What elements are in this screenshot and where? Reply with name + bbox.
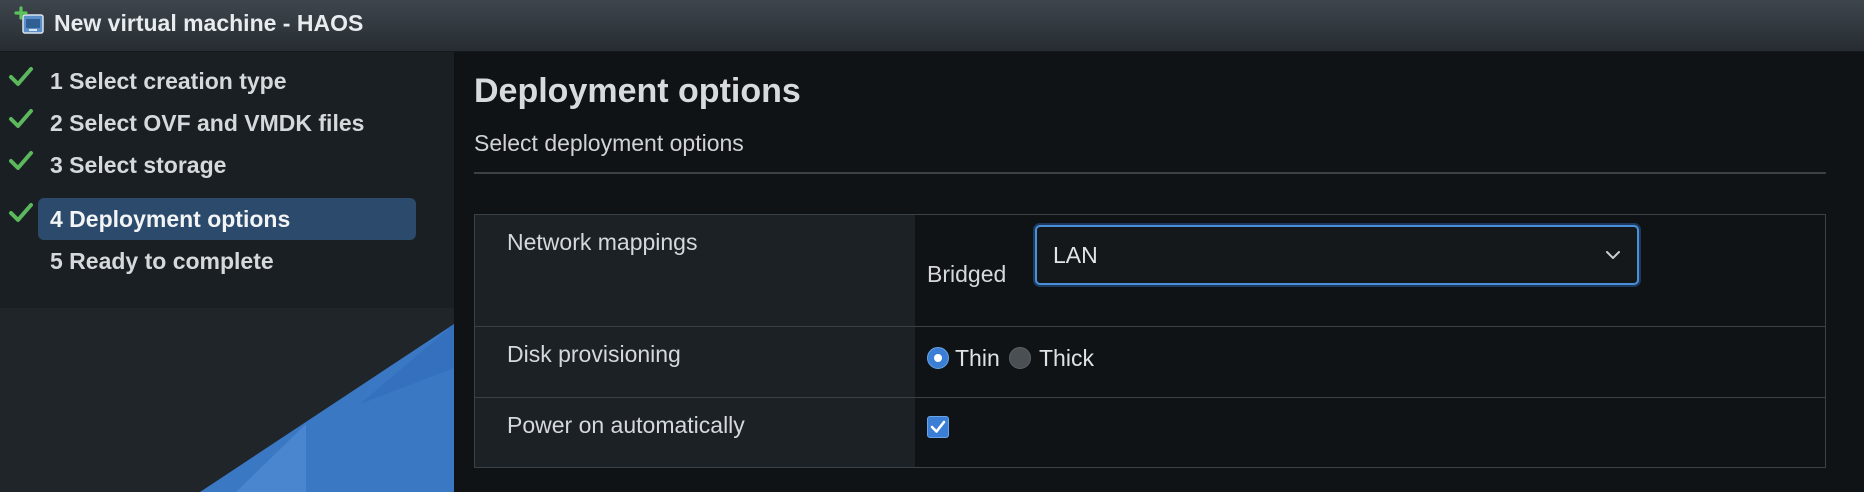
page-subtitle: Select deployment options [474,130,744,156]
wizard-step-4[interactable]: 4 Deployment options [38,198,416,240]
wizard-step-2[interactable]: 2 Select OVF and VMDK files [38,102,416,144]
thin-radio-label[interactable]: Thin [955,345,1000,372]
thick-radio-label[interactable]: Thick [1039,345,1094,372]
divider [474,172,1826,174]
power-on-label: Power on automatically [475,398,915,467]
network-select-value: LAN [1053,242,1098,268]
wizard-step-label: 4 Deployment options [50,206,291,232]
wizard-step-label: 2 Select OVF and VMDK files [50,110,365,136]
window-title: New virtual machine - HAOS [54,10,364,36]
sidebar-decoration [0,308,454,492]
network-mappings-label: Network mappings [475,215,915,326]
vm-add-icon [14,6,44,34]
wizard-step-5[interactable]: 5 Ready to complete [38,240,416,282]
power-on-row: Power on automatically [475,398,1825,467]
wizard-step-label: 1 Select creation type [50,68,287,94]
check-icon [9,203,33,222]
wizard-step-label: 3 Select storage [50,152,227,178]
network-mappings-row: Network mappings Bridged LAN [475,215,1825,327]
page-title: Deployment options [474,72,801,110]
title-bar: New virtual machine - HAOS [0,0,1864,52]
source-network-label: Bridged [927,261,1007,287]
check-icon [9,67,33,86]
network-mappings-value: Bridged LAN [915,215,1825,326]
network-select[interactable]: LAN [1035,225,1639,285]
disk-provisioning-value: Thin Thick [915,327,1825,397]
check-icon [9,151,33,170]
deployment-options-table: Network mappings Bridged LAN Disk provis… [474,214,1826,468]
chevron-down-icon [1606,251,1620,259]
main-panel: Deployment options Select deployment opt… [454,52,1864,492]
power-on-checkbox[interactable] [927,416,949,438]
disk-provisioning-row: Disk provisioning Thin Thick [475,327,1825,398]
wizard-step-1[interactable]: 1 Select creation type [38,60,416,102]
wizard-sidebar: 1 Select creation type 2 Select OVF and … [0,52,454,492]
thick-radio[interactable] [1009,347,1031,369]
wizard-step-3[interactable]: 3 Select storage [38,144,416,186]
power-on-value [915,398,1825,467]
wizard-step-list: 1 Select creation type 2 Select OVF and … [0,52,454,308]
checkmark-icon [930,420,946,433]
wizard-step-label: 5 Ready to complete [50,248,274,274]
check-icon [9,109,33,128]
thin-radio[interactable] [927,347,949,369]
disk-provisioning-label: Disk provisioning [475,327,915,397]
